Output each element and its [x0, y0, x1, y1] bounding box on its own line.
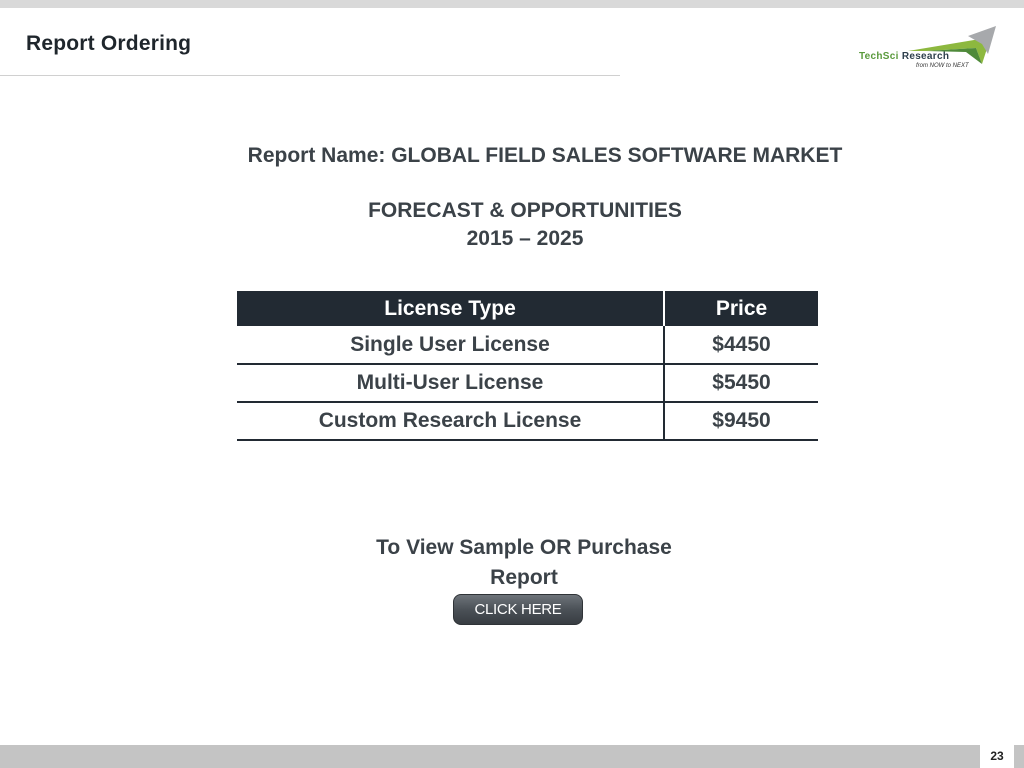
click-here-button[interactable]: CLICK HERE — [453, 594, 583, 625]
table-header-row: License Type Price — [237, 291, 818, 326]
price-cell: $4450 — [664, 326, 818, 365]
call-to-action: To View Sample OR Purchase Report — [0, 533, 1024, 593]
column-header-license-type: License Type — [237, 291, 665, 326]
license-type-cell: Custom Research License — [237, 402, 665, 441]
years-line: 2015 – 2025 — [466, 227, 584, 250]
table-row: Custom Research License $9450 — [237, 402, 818, 441]
report-name: Report Name: GLOBAL FIELD SALES SOFTWARE… — [247, 144, 843, 167]
techsci-logo: TechSci Research from NOW to NEXT — [856, 24, 1002, 76]
report-subtitle: FORECAST & OPPORTUNITIES 2015 – 2025 — [0, 197, 1024, 253]
column-header-price: Price — [664, 291, 818, 326]
logo-brand-text: TechSci Research — [859, 51, 950, 62]
forecast-line: FORECAST & OPPORTUNITIES — [368, 199, 682, 222]
cta-line-2: Report — [490, 566, 558, 589]
page-title: Report Ordering — [26, 32, 192, 55]
price-cell: $5450 — [664, 364, 818, 403]
license-type-cell: Multi-User License — [237, 364, 665, 403]
license-price-table: License Type Price Single User License $… — [237, 291, 818, 441]
top-band — [0, 0, 1024, 8]
table-row: Single User License $4450 — [237, 326, 818, 365]
price-cell: $9450 — [664, 402, 818, 441]
cta-line-1: To View Sample OR Purchase — [376, 536, 672, 559]
logo-tagline: from NOW to NEXT — [916, 63, 969, 69]
bottom-band — [0, 745, 1024, 768]
title-divider — [0, 75, 620, 76]
license-type-cell: Single User License — [237, 326, 665, 365]
page-number: 23 — [980, 745, 1014, 768]
table-row: Multi-User License $5450 — [237, 364, 818, 403]
